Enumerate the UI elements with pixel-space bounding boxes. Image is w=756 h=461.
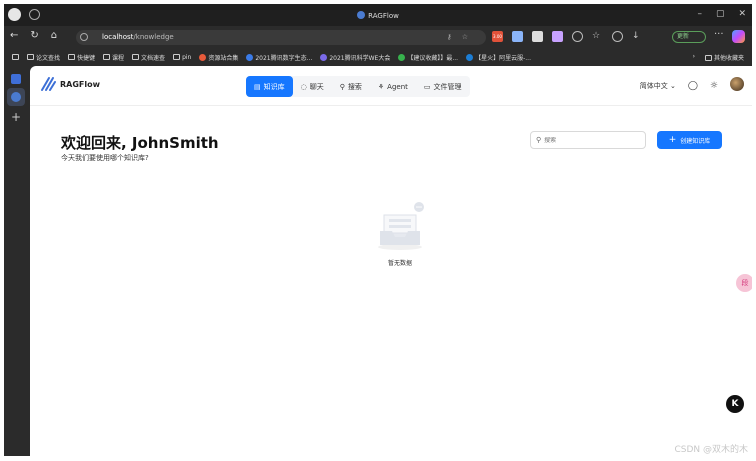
plus-icon: + xyxy=(668,135,677,145)
site-icon xyxy=(320,53,328,61)
tab-search[interactable]: ⚲ 搜索 xyxy=(332,76,370,97)
bookmark-item[interactable]: 文档速查 xyxy=(132,53,165,62)
search-input[interactable] xyxy=(544,136,635,144)
folder-icon xyxy=(704,54,712,61)
favorites-icon[interactable]: ☆ xyxy=(592,31,603,42)
document-extension-icon[interactable] xyxy=(532,31,543,42)
site-icon xyxy=(199,53,207,61)
agent-icon: ⚘ xyxy=(377,82,385,91)
site-info-icon[interactable] xyxy=(80,33,88,41)
url-path: /knowledge xyxy=(133,33,174,41)
site-icon xyxy=(398,53,406,61)
floating-helper-button[interactable]: 段 xyxy=(736,274,752,292)
ragflow-tab-icon xyxy=(357,11,366,19)
favorite-star-icon[interactable]: ☆ xyxy=(462,33,478,41)
folder-icon xyxy=(132,54,140,60)
address-bar-row: ← ↻ ⌂ localhost/knowledge ⚷☆ 3.00 ☆ ↓ 更新… xyxy=(4,26,752,48)
page-title: 欢迎回来, JohnSmith xyxy=(61,134,219,152)
bookmark-item[interactable]: 【星火】阿里云服-... xyxy=(466,53,531,62)
empty-state: 暂无数据 xyxy=(370,201,430,267)
ragflow-logo-icon xyxy=(41,77,56,91)
bookmark-item[interactable]: 2021腾讯科学WE大会 xyxy=(320,53,390,62)
folder-icon: ▭ xyxy=(423,82,431,91)
extension-badge-icon[interactable]: 3.00 xyxy=(492,31,503,42)
extension-icon[interactable] xyxy=(512,31,523,42)
folder-icon xyxy=(27,54,34,60)
create-knowledge-button[interactable]: + 创建知识库 xyxy=(657,131,722,149)
search-icon: ⚲ xyxy=(339,82,345,91)
key-icon[interactable]: ⚷ xyxy=(447,33,462,41)
site-icon xyxy=(246,53,254,61)
tab-icon[interactable] xyxy=(11,74,21,84)
bookmarks-bar: 论文查找 快捷键 课程 文档速查 pin 资源站合集 2021腾讯数字生态...… xyxy=(4,48,752,66)
chat-icon: ◌ xyxy=(300,82,307,91)
chevron-right-icon[interactable]: › xyxy=(693,53,695,62)
folder-icon xyxy=(173,54,181,60)
url-host: localhost xyxy=(102,33,134,41)
search-icon: ⚲ xyxy=(536,136,542,144)
main-nav: ▤ 知识库 ◌ 聊天 ⚲ 搜索 ⚘ Agent ▭ 文件管理 xyxy=(246,76,470,97)
bookmark-item[interactable]: 资源站合集 xyxy=(199,53,238,62)
k-assistant-button[interactable]: K xyxy=(726,395,744,413)
language-select[interactable]: 简体中文 ⌄ xyxy=(640,81,676,91)
url-field[interactable]: localhost/knowledge ⚷☆ xyxy=(76,30,486,45)
app-viewport: RAGFlow ▤ 知识库 ◌ 聊天 ⚲ 搜索 ⚘ Agent ▭ 文件管理 简体中文 ⌄… xyxy=(30,66,752,456)
window-title: RAGFlow xyxy=(4,11,752,20)
download-icon[interactable]: ↓ xyxy=(632,31,643,42)
tab-agent[interactable]: ⚘ Agent xyxy=(370,76,416,97)
bookmark-item[interactable]: pin xyxy=(173,54,191,61)
brand[interactable]: RAGFlow xyxy=(40,76,100,92)
purple-extension-icon[interactable] xyxy=(552,31,563,42)
maximize-button[interactable]: ▢ xyxy=(716,9,725,19)
bookmark-item[interactable]: 论文查找 xyxy=(27,53,60,62)
browser-window: RAGFlow – ▢ ✕ ← ↻ ⌂ localhost/knowledge … xyxy=(4,4,752,456)
tab-files[interactable]: ▭ 文件管理 xyxy=(416,76,470,97)
folder-icon xyxy=(68,54,76,60)
empty-text: 暂无数据 xyxy=(387,260,412,267)
tab-actions-icon[interactable] xyxy=(12,54,19,60)
bookmark-item[interactable]: 课程 xyxy=(103,53,124,62)
bookmark-item[interactable]: 2021腾讯数字生态... xyxy=(246,53,312,62)
copilot-icon[interactable] xyxy=(732,30,745,43)
folder-icon xyxy=(103,54,111,60)
other-bookmarks[interactable]: 其他收藏夹 xyxy=(704,53,744,62)
knowledge-search[interactable]: ⚲ xyxy=(530,131,646,149)
vertical-tab-strip: + xyxy=(4,66,30,456)
avatar[interactable] xyxy=(730,77,744,91)
bookmark-item[interactable]: 【建议收藏】】最... xyxy=(398,53,458,62)
refresh-extension-icon[interactable] xyxy=(572,31,583,42)
history-icon[interactable] xyxy=(612,31,623,42)
chevron-down-icon: ⌄ xyxy=(669,81,676,90)
close-button[interactable]: ✕ xyxy=(738,9,746,19)
watermark: CSDN @双木的木 xyxy=(674,445,748,455)
tab-chat[interactable]: ◌ 聊天 xyxy=(293,76,332,97)
github-icon[interactable]: ◯ xyxy=(688,81,698,91)
refresh-icon[interactable]: ↻ xyxy=(30,30,38,41)
page-bottom xyxy=(0,456,756,461)
app-header: RAGFlow ▤ 知识库 ◌ 聊天 ⚲ 搜索 ⚘ Agent ▭ 文件管理 简体中文 ⌄… xyxy=(30,66,752,106)
active-tab-icon[interactable] xyxy=(7,88,25,106)
more-menu-icon[interactable]: ··· xyxy=(714,29,724,40)
new-tab-icon[interactable]: + xyxy=(11,110,21,124)
update-button[interactable]: 更新 xyxy=(672,31,706,43)
brand-name: RAGFlow xyxy=(60,79,101,89)
empty-box-icon xyxy=(378,202,424,250)
page-subtitle: 今天我们要使用哪个知识库? xyxy=(61,154,149,162)
theme-toggle-icon[interactable]: ☼ xyxy=(710,81,718,91)
back-icon[interactable]: ← xyxy=(10,30,18,41)
title-bar: RAGFlow – ▢ ✕ xyxy=(4,4,752,26)
home-icon[interactable]: ⌂ xyxy=(51,30,57,41)
site-icon xyxy=(466,53,474,61)
tab-knowledge[interactable]: ▤ 知识库 xyxy=(246,76,293,97)
minimize-button[interactable]: – xyxy=(697,9,702,19)
database-icon: ▤ xyxy=(254,82,261,91)
bookmark-item[interactable]: 快捷键 xyxy=(68,53,95,62)
